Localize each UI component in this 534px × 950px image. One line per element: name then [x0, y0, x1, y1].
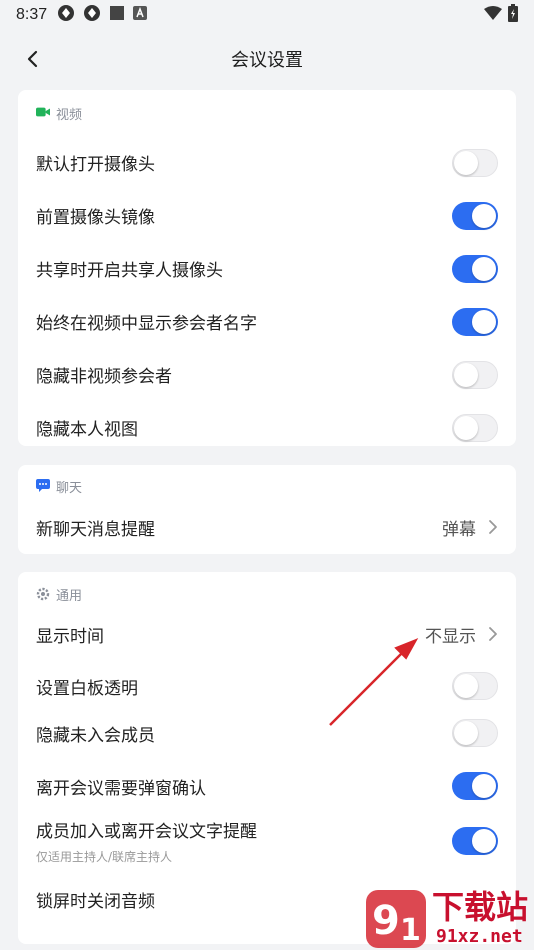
setting-label: 离开会议需要弹窗确认: [36, 778, 206, 799]
chat-settings-card: 聊天 新聊天消息提醒 弹幕: [18, 465, 516, 554]
show-names-toggle[interactable]: [452, 307, 498, 336]
setting-label: 新聊天消息提醒: [36, 519, 155, 540]
wifi-icon: [484, 6, 502, 24]
setting-row-leave-confirm: 离开会议需要弹窗确认: [18, 760, 516, 812]
leave-confirm-toggle[interactable]: [452, 772, 498, 800]
chat-section-title: 聊天: [56, 480, 83, 496]
watermark-title: 下载站: [432, 888, 529, 926]
page-title: 会议设置: [231, 50, 303, 71]
front-camera-mirror-toggle[interactable]: [452, 201, 498, 230]
general-section-title: 通用: [56, 588, 83, 604]
setting-label: 始终在视频中显示参会者名字: [36, 314, 257, 334]
watermark-url: 91xz.net: [436, 926, 523, 947]
video-camera-icon: [36, 106, 50, 120]
watermark-logo: 9 1 下载站 91xz.net: [366, 888, 534, 950]
video-section-header: 视频: [18, 90, 516, 136]
hide-not-joined-toggle[interactable]: [452, 719, 498, 747]
video-section-title: 视频: [56, 107, 83, 123]
back-button[interactable]: [18, 44, 48, 74]
share-camera-toggle[interactable]: [452, 254, 498, 283]
a-notification-icon: [133, 6, 148, 24]
chat-bubble-icon: [36, 479, 50, 493]
chevron-left-icon: [27, 50, 38, 68]
general-section-header: 通用: [18, 572, 516, 616]
setting-row-default-camera: 默认打开摄像头: [18, 136, 516, 189]
setting-label: 默认打开摄像头: [36, 155, 155, 175]
setting-label: 隐藏本人视图: [36, 420, 138, 440]
svg-text:1: 1: [400, 913, 421, 948]
setting-label: 锁屏时关闭音频: [36, 891, 155, 912]
setting-row-display-time[interactable]: 显示时间 不显示: [18, 616, 516, 652]
square-notification-icon: [109, 5, 125, 25]
whiteboard-transparent-toggle[interactable]: [452, 672, 498, 700]
setting-label: 设置白板透明: [36, 678, 138, 699]
setting-row-share-camera: 共享时开启共享人摄像头: [18, 242, 516, 295]
setting-label: 隐藏未入会成员: [36, 725, 155, 746]
setting-label: 隐藏非视频参会者: [36, 367, 172, 387]
setting-row-new-message[interactable]: 新聊天消息提醒 弹幕: [18, 507, 516, 547]
hide-non-video-toggle[interactable]: [452, 360, 498, 389]
chevron-right-icon: [488, 519, 498, 535]
default-camera-toggle[interactable]: [452, 148, 498, 177]
app-notification-icon-2: [83, 4, 101, 26]
status-time: 8:37: [16, 6, 48, 23]
hide-self-view-toggle[interactable]: [452, 413, 498, 442]
app-notification-icon: [57, 4, 75, 26]
battery-icon: [508, 4, 518, 26]
setting-label: 前置摄像头镜像: [36, 208, 155, 228]
setting-row-hide-non-video: 隐藏非视频参会者: [18, 348, 516, 401]
chevron-right-icon: [488, 626, 498, 642]
setting-row-show-names: 始终在视频中显示参会者名字: [18, 295, 516, 348]
setting-row-front-mirror: 前置摄像头镜像: [18, 189, 516, 242]
top-bar: 会议设置: [0, 30, 534, 88]
setting-sublabel: 仅适用主持人/联席主持人: [36, 850, 173, 864]
setting-row-join-leave-reminder: 成员加入或离开会议文字提醒 仅适用主持人/联席主持人: [18, 812, 516, 870]
setting-row-whiteboard-transparent: 设置白板透明: [18, 652, 516, 706]
setting-label: 显示时间: [36, 626, 104, 647]
status-bar: 8:37: [0, 0, 534, 30]
svg-text:9: 9: [372, 898, 400, 944]
setting-label: 成员加入或离开会议文字提醒: [36, 822, 257, 842]
setting-value: 不显示: [425, 626, 476, 647]
setting-label: 共享时开启共享人摄像头: [36, 261, 223, 281]
chat-section-header: 聊天: [18, 465, 516, 507]
video-settings-card: 视频 默认打开摄像头 前置摄像头镜像 共享时开启共享人摄像头 始终在视频中显示参…: [18, 90, 516, 446]
join-leave-reminder-toggle[interactable]: [452, 827, 498, 855]
setting-row-hide-self: 隐藏本人视图: [18, 401, 516, 454]
setting-value: 弹幕: [442, 519, 476, 540]
gear-icon: [36, 587, 50, 601]
setting-row-hide-not-joined: 隐藏未入会成员: [18, 706, 516, 760]
